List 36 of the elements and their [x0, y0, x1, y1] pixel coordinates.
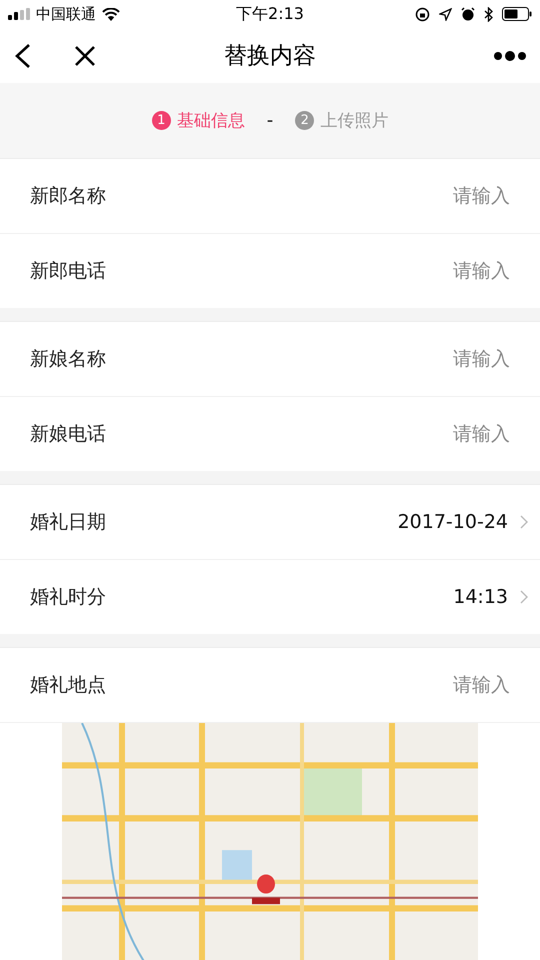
location-arrow-icon	[439, 8, 452, 20]
bluetooth-icon	[484, 6, 493, 22]
input-field[interactable]: 请输入	[106, 260, 510, 282]
step-label: 基础信息	[176, 110, 245, 132]
field-label: 婚礼时分	[30, 585, 106, 610]
signal-icon	[8, 8, 30, 20]
step-number: 2	[295, 111, 314, 130]
status-time: 下午2:13	[236, 4, 304, 24]
field-label: 新郎电话	[30, 259, 106, 284]
alarm-icon	[461, 7, 475, 21]
field-label: 新郎名称	[30, 184, 106, 209]
rotation-lock-icon	[415, 6, 430, 22]
step-number: 1	[152, 111, 171, 130]
field-label: 婚礼地点	[30, 673, 106, 698]
field-label: 新娘电话	[30, 422, 106, 447]
page-title: 替换内容	[224, 42, 316, 71]
battery-icon	[502, 7, 532, 21]
step-label: 上传照片	[320, 110, 388, 132]
field-label: 婚礼日期	[30, 510, 106, 535]
input-field[interactable]: 请输入	[106, 348, 510, 370]
field-label: 新娘名称	[30, 347, 106, 372]
picker-value: 2017-10-24	[398, 511, 508, 533]
picker-row[interactable]: 婚礼日期 2017-10-24	[0, 485, 540, 560]
input-field[interactable]: 请输入	[106, 423, 510, 445]
carrier-name: 中国联通	[36, 4, 96, 24]
back-button[interactable]	[14, 42, 32, 68]
input-field[interactable]: 请输入	[106, 185, 510, 207]
wifi-icon	[102, 8, 120, 20]
chevron-icon	[520, 590, 528, 604]
chevron-icon	[520, 515, 528, 529]
picker-row[interactable]: 婚礼时分 14:13	[0, 560, 540, 634]
input-field[interactable]: 请输入	[106, 674, 510, 696]
close-button[interactable]	[74, 44, 96, 66]
picker-value: 14:13	[453, 586, 508, 608]
step-separator: -	[266, 110, 274, 131]
more-button[interactable]	[494, 50, 526, 60]
